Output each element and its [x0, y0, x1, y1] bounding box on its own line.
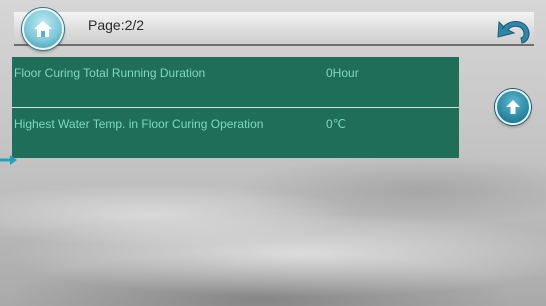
- info-row-label: Highest Water Temp. in Floor Curing Oper…: [14, 117, 264, 131]
- info-row: Floor Curing Total Running Duration 0Hou…: [12, 57, 459, 107]
- scroll-up-button[interactable]: [495, 89, 531, 125]
- undo-arrow-icon: [497, 20, 530, 44]
- back-button[interactable]: [492, 14, 536, 46]
- info-row-value: 0Hour: [326, 66, 359, 80]
- info-row-value: 0℃: [326, 117, 347, 131]
- page-indicator: Page:2/2: [88, 17, 145, 33]
- info-panel: Floor Curing Total Running Duration 0Hou…: [12, 57, 459, 158]
- arrow-right-icon: [0, 155, 17, 165]
- home-icon: [34, 21, 52, 37]
- info-row-label: Floor Curing Total Running Duration: [14, 66, 206, 80]
- info-row: Highest Water Temp. in Floor Curing Oper…: [12, 108, 459, 158]
- home-button[interactable]: [22, 8, 64, 50]
- arrow-up-icon: [506, 100, 520, 114]
